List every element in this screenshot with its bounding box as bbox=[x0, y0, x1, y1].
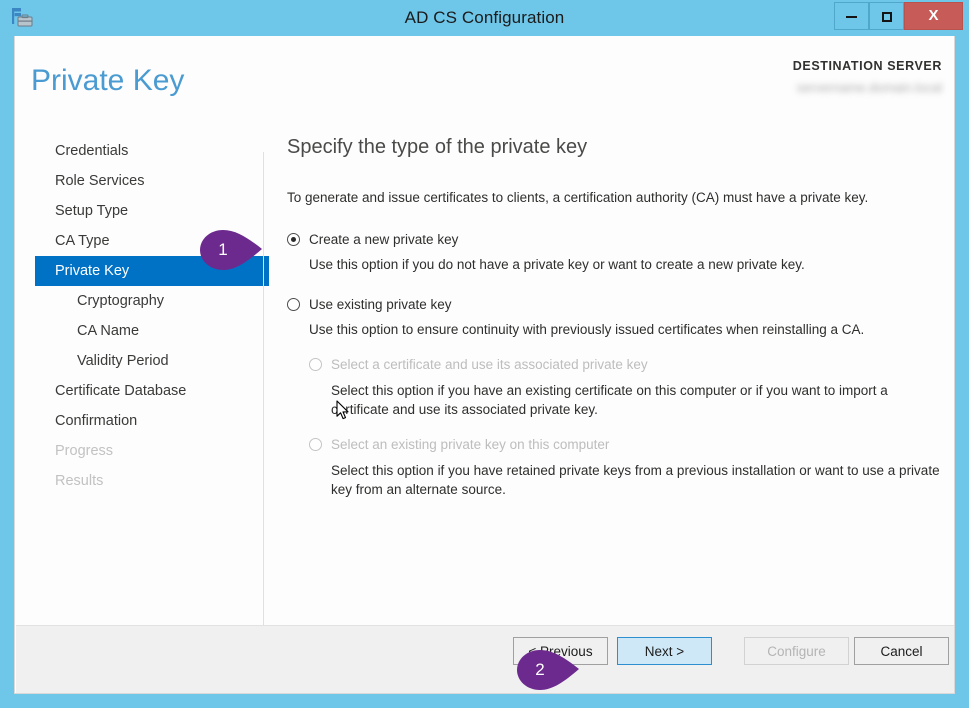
configure-button: Configure bbox=[744, 637, 849, 665]
client-area: Private Key DESTINATION SERVER servernam… bbox=[14, 36, 955, 694]
sidebar-item-progress: Progress bbox=[15, 436, 249, 466]
option-create-new-private-key[interactable]: Create a new private key bbox=[287, 231, 937, 249]
option-select-certificate: Select a certificate and use its associa… bbox=[309, 356, 937, 374]
title-bar: AD CS Configuration X bbox=[0, 0, 969, 36]
option-use-existing-private-key-description: Use this option to ensure continuity wit… bbox=[309, 322, 865, 337]
radio-select-existing-key bbox=[309, 438, 322, 451]
sidebar-item-label: Results bbox=[55, 473, 104, 489]
callout-marker-1: 1 bbox=[198, 228, 266, 272]
option-create-new-private-key-description: Use this option if you do not have a pri… bbox=[309, 257, 805, 272]
next-button[interactable]: Next > bbox=[617, 637, 712, 665]
sidebar-item-label: Credentials bbox=[55, 143, 129, 159]
maximize-icon bbox=[881, 11, 892, 22]
sidebar-item-label: Confirmation bbox=[55, 413, 138, 429]
destination-server-label: DESTINATION SERVER bbox=[792, 59, 942, 73]
sidebar-item-role-services[interactable]: Role Services bbox=[15, 166, 249, 196]
main-content: Specify the type of the private key To g… bbox=[287, 136, 940, 499]
sidebar-item-label: Role Services bbox=[55, 173, 145, 189]
close-button[interactable]: X bbox=[904, 2, 963, 30]
sidebar-item-label: Private Key bbox=[55, 263, 130, 279]
option-use-existing-private-key[interactable]: Use existing private key bbox=[287, 296, 937, 314]
callout-marker-2: 2 bbox=[515, 648, 583, 692]
wizard-step-navigation: Credentials Role Services Setup Type CA … bbox=[15, 136, 269, 496]
content-divider bbox=[263, 152, 264, 640]
window-frame: Private Key DESTINATION SERVER servernam… bbox=[0, 36, 969, 708]
sidebar-item-ca-name[interactable]: CA Name bbox=[15, 316, 249, 346]
option-select-existing-key-description: Select this option if you have retained … bbox=[331, 463, 940, 497]
cancel-button[interactable]: Cancel bbox=[854, 637, 949, 665]
sidebar-item-label: Setup Type bbox=[55, 203, 129, 219]
option-select-existing-key: Select an existing private key on this c… bbox=[309, 436, 937, 454]
sidebar-item-label: CA Type bbox=[55, 233, 110, 249]
mouse-cursor bbox=[336, 400, 350, 426]
maximize-button[interactable] bbox=[869, 2, 904, 30]
page-title: Private Key bbox=[31, 64, 185, 97]
sidebar-item-validity-period[interactable]: Validity Period bbox=[15, 346, 249, 376]
sidebar-item-label: Cryptography bbox=[77, 293, 165, 309]
option-select-certificate-description: Select this option if you have an existi… bbox=[331, 383, 888, 417]
sidebar-item-label: Progress bbox=[55, 443, 114, 459]
sidebar-item-confirmation[interactable]: Confirmation bbox=[15, 406, 249, 436]
content-heading: Specify the type of the private key bbox=[287, 136, 588, 158]
sidebar-item-label: Certificate Database bbox=[55, 383, 187, 399]
sidebar-item-label: Validity Period bbox=[77, 353, 169, 369]
callout-number: 1 bbox=[218, 240, 228, 259]
option-label: Select a certificate and use its associa… bbox=[331, 357, 648, 372]
sidebar-item-results: Results bbox=[15, 466, 249, 496]
sidebar-item-cryptography[interactable]: Cryptography bbox=[15, 286, 249, 316]
minimize-button[interactable] bbox=[834, 2, 869, 30]
option-label: Create a new private key bbox=[309, 232, 459, 247]
radio-use-existing-private-key[interactable] bbox=[287, 298, 300, 311]
sidebar-item-setup-type[interactable]: Setup Type bbox=[15, 196, 249, 226]
minimize-icon bbox=[846, 15, 857, 18]
window-title: AD CS Configuration bbox=[404, 8, 565, 27]
sidebar-item-label: CA Name bbox=[77, 323, 140, 339]
radio-create-new-private-key[interactable] bbox=[287, 233, 300, 246]
wizard-footer: < Previous Next > Configure Cancel bbox=[16, 625, 954, 693]
option-label: Use existing private key bbox=[309, 297, 452, 312]
callout-number: 2 bbox=[535, 660, 545, 679]
sidebar-item-credentials[interactable]: Credentials bbox=[15, 136, 249, 166]
destination-server-name: servername.domain.local bbox=[796, 80, 942, 95]
sidebar-item-certificate-database[interactable]: Certificate Database bbox=[15, 376, 249, 406]
private-key-options: Create a new private key Use this option… bbox=[287, 231, 940, 499]
ad-cs-configuration-window: AD CS Configuration X Private Key DESTIN… bbox=[0, 0, 969, 708]
option-label: Select an existing private key on this c… bbox=[331, 437, 610, 452]
content-intro: To generate and issue certificates to cl… bbox=[287, 190, 869, 205]
radio-select-certificate bbox=[309, 358, 322, 371]
